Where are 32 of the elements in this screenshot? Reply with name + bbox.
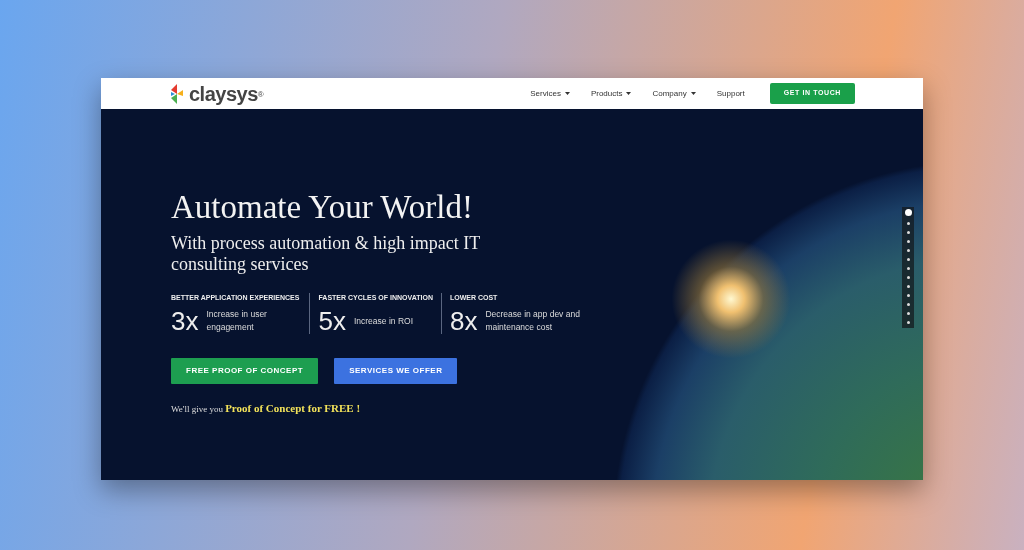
nav-link[interactable]: Support (716, 87, 745, 100)
pager-dot[interactable] (906, 321, 910, 324)
pager-dot[interactable] (906, 267, 910, 270)
logo-text[interactable]: claysys$^{®}$ (189, 78, 264, 109)
pager-dot[interactable] (906, 258, 910, 261)
caret-icon (626, 92, 632, 95)
pager-dot[interactable] (906, 249, 910, 252)
pager-dot[interactable] (904, 209, 912, 216)
caret-icon (690, 92, 696, 95)
stat-caption: Increase in ROI (353, 314, 413, 328)
pager-dot[interactable] (906, 276, 910, 279)
pager-dot[interactable] (906, 312, 910, 315)
pager-dot[interactable] (906, 240, 910, 243)
pager-dot[interactable] (906, 294, 910, 297)
logo-icon (169, 82, 185, 105)
nav-link[interactable]: Products (590, 87, 632, 100)
caret-icon (564, 92, 570, 95)
hero-title: Automate Your World! (171, 189, 474, 226)
nav-link[interactable]: Services (530, 87, 570, 100)
stat-value: 8x (449, 308, 478, 335)
stat-value: 3x (171, 308, 199, 335)
hero-subtitle: With process automation & high impact IT consulting services (171, 233, 481, 275)
services-button[interactable]: SERVICES WE OFFER (334, 358, 458, 385)
pager-dot[interactable] (906, 222, 910, 225)
pager-dot[interactable] (906, 303, 910, 306)
stat-caption: Increase in user engagement (206, 308, 268, 334)
stat-caption: Decrease in app dev and maintenance cost (485, 308, 581, 334)
nav-link[interactable]: Company (652, 87, 696, 100)
free-offer-text: We'll give you Proof of Concept for FREE ! (171, 401, 362, 417)
pager-dot[interactable] (906, 231, 910, 234)
stat-value: 5x (318, 308, 346, 335)
pager-dot[interactable] (906, 285, 910, 288)
